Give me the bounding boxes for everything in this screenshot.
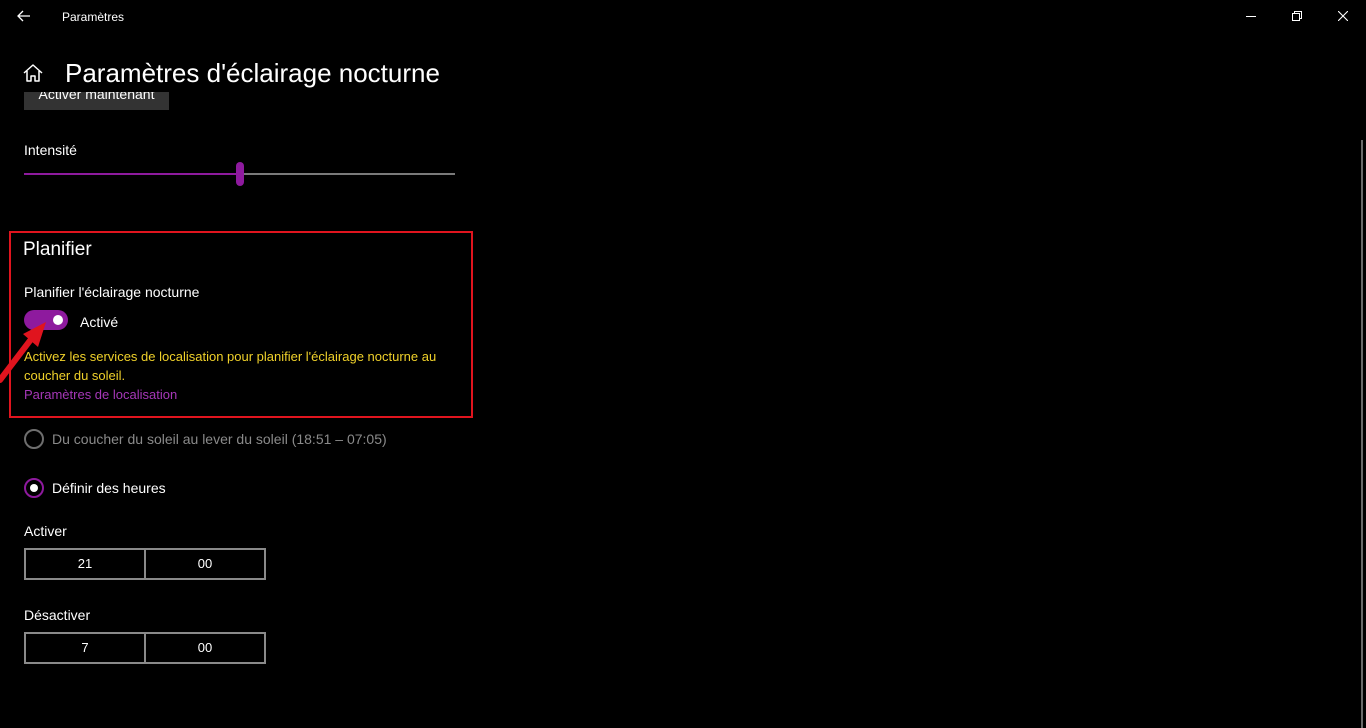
title-bar: Paramètres — [0, 0, 1366, 32]
app-title: Paramètres — [62, 10, 125, 24]
radio-sunset-to-sunrise[interactable] — [24, 429, 44, 449]
back-button[interactable] — [0, 0, 48, 32]
red-arrow-icon — [0, 322, 46, 383]
turn-off-time-picker[interactable]: 7 00 — [24, 632, 266, 664]
intensity-slider[interactable] — [24, 162, 455, 186]
turn-off-label: Désactiver — [24, 607, 91, 623]
slider-track-fill — [24, 173, 240, 175]
turn-on-label: Activer — [24, 523, 67, 539]
location-settings-link[interactable]: Paramètres de localisation — [24, 386, 177, 404]
close-icon — [1338, 11, 1348, 21]
back-arrow-icon — [17, 10, 30, 22]
turn-on-time-picker[interactable]: 21 00 — [24, 548, 266, 580]
location-warning: Activez les services de localisation pou… — [24, 349, 437, 383]
section-title-schedule: Planifier — [23, 239, 92, 260]
minimize-button[interactable] — [1228, 0, 1274, 32]
settings-window: Paramètres Paramètres d'éclairage noctur… — [0, 0, 1366, 728]
slider-thumb[interactable] — [236, 162, 244, 186]
home-icon — [23, 64, 43, 82]
restore-button[interactable] — [1274, 0, 1320, 32]
activate-now-button[interactable]: Activer maintenant — [24, 92, 169, 110]
turn-on-minute[interactable]: 00 — [146, 550, 264, 578]
restore-icon — [1292, 11, 1302, 21]
intensity-label: Intensité — [24, 142, 77, 158]
turn-off-hour[interactable]: 7 — [26, 634, 146, 662]
radio-set-hours[interactable] — [24, 478, 44, 498]
close-button[interactable] — [1320, 0, 1366, 32]
home-button[interactable] — [22, 62, 44, 84]
settings-content: Activer maintenant Intensité Planifier P… — [0, 92, 1366, 728]
scrollbar[interactable] — [1361, 140, 1363, 728]
radio-sunset-label: Du coucher du soleil au lever du soleil … — [52, 431, 387, 447]
toggle-state-label: Activé — [80, 314, 119, 330]
schedule-toggle-label: Planifier l'éclairage nocturne — [24, 284, 200, 300]
minimize-icon — [1246, 16, 1256, 17]
page-title: Paramètres d'éclairage nocturne — [65, 58, 440, 88]
turn-on-hour[interactable]: 21 — [26, 550, 146, 578]
turn-off-minute[interactable]: 00 — [146, 634, 264, 662]
radio-set-hours-label: Définir des heures — [52, 480, 166, 496]
radio-selected-dot — [30, 484, 38, 492]
